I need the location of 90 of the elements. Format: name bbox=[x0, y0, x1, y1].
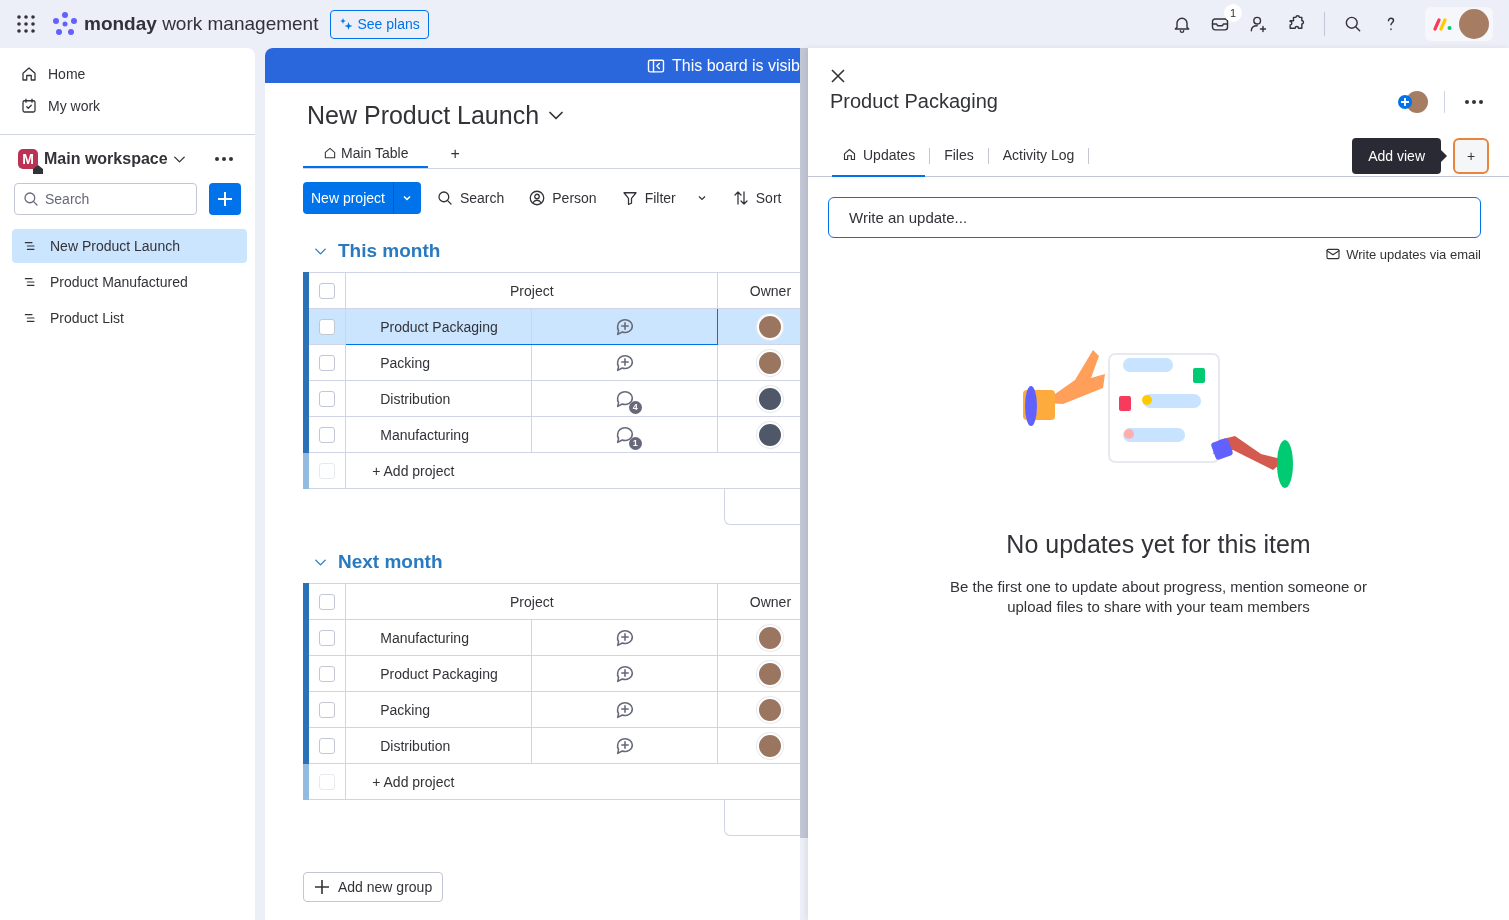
workspace-name[interactable]: Main workspace bbox=[44, 150, 168, 168]
chevron-down-icon bbox=[315, 558, 326, 566]
board-title[interactable]: New Product Launch bbox=[307, 101, 540, 130]
checkbox[interactable] bbox=[319, 427, 336, 444]
owner-avatar[interactable] bbox=[757, 313, 784, 340]
sparkle-icon bbox=[339, 17, 354, 31]
item-name[interactable]: Distribution bbox=[345, 727, 532, 764]
chevron-down-icon bbox=[315, 247, 326, 255]
monday-logo-icon bbox=[1433, 17, 1453, 31]
toolbar-button[interactable]: Search bbox=[426, 182, 514, 214]
checkbox[interactable] bbox=[319, 319, 336, 336]
workspace-avatar: M bbox=[18, 149, 38, 169]
chevron-down-icon bbox=[173, 155, 185, 163]
search-icon bbox=[22, 190, 40, 208]
user-avatar[interactable] bbox=[1459, 9, 1489, 39]
calendar-check-icon bbox=[20, 97, 38, 115]
board-item[interactable]: Product List bbox=[12, 301, 247, 335]
owner-avatar[interactable] bbox=[757, 385, 784, 412]
checkbox[interactable] bbox=[319, 738, 336, 755]
add-group-button[interactable]: Add new group bbox=[303, 872, 444, 902]
owner-avatar[interactable] bbox=[757, 732, 784, 759]
see-plans-button[interactable]: See plans bbox=[330, 9, 429, 39]
checkbox[interactable] bbox=[319, 630, 336, 647]
add-view-button[interactable]: + bbox=[444, 145, 466, 163]
add-view-button[interactable]: + bbox=[1453, 137, 1489, 174]
checkbox[interactable] bbox=[319, 391, 336, 408]
empty-state-title: No updates yet for this item bbox=[1006, 530, 1311, 559]
filter-icon bbox=[620, 189, 639, 207]
item-name[interactable]: Packing bbox=[345, 344, 532, 381]
item-name[interactable]: Manufacturing bbox=[345, 416, 532, 453]
group-title[interactable]: This month bbox=[338, 240, 441, 262]
panel-tab[interactable]: Activity Log bbox=[992, 134, 1085, 177]
email-updates-link[interactable]: Write updates via email bbox=[1325, 246, 1481, 262]
close-icon bbox=[830, 68, 846, 84]
search-icon bbox=[435, 189, 454, 207]
update-count: 1 bbox=[628, 436, 642, 450]
toolbar-button[interactable]: Sort bbox=[722, 182, 791, 214]
home-icon bbox=[842, 147, 857, 162]
mail-icon bbox=[1325, 246, 1342, 262]
person-icon bbox=[528, 189, 547, 207]
search-field[interactable]: Search bbox=[14, 183, 197, 215]
brand-name: monday work management bbox=[84, 13, 319, 35]
add-person-icon bbox=[1248, 14, 1268, 34]
home-icon bbox=[33, 164, 43, 174]
toolbar-button[interactable]: Filter bbox=[611, 182, 717, 214]
plus-icon bbox=[216, 190, 234, 208]
item-name[interactable]: Packing bbox=[345, 691, 532, 728]
owner-avatar[interactable] bbox=[757, 624, 784, 651]
update-input[interactable]: Write an update... bbox=[828, 197, 1481, 238]
nav-item[interactable]: Home bbox=[0, 58, 255, 90]
item-title[interactable]: Product Packaging bbox=[830, 90, 998, 113]
board-item[interactable]: New Product Launch bbox=[12, 229, 247, 263]
checkbox[interactable] bbox=[319, 355, 336, 372]
owner-avatar[interactable] bbox=[757, 349, 784, 376]
chevron-down-icon bbox=[549, 111, 564, 120]
item-name[interactable]: Product Packaging bbox=[345, 308, 532, 345]
apps-grid-icon[interactable] bbox=[16, 14, 36, 34]
search-icon bbox=[1343, 14, 1363, 34]
checkbox[interactable] bbox=[319, 594, 336, 611]
owner-avatar[interactable] bbox=[757, 660, 784, 687]
item-name[interactable]: Product Packaging bbox=[345, 655, 532, 692]
plus-icon bbox=[314, 879, 330, 895]
checkbox[interactable] bbox=[319, 283, 336, 300]
panel-tab[interactable]: Files bbox=[934, 134, 984, 177]
add-button[interactable] bbox=[209, 183, 241, 215]
subscribers-avatar[interactable] bbox=[1398, 90, 1428, 113]
checkbox[interactable] bbox=[319, 666, 336, 683]
toolbar-button[interactable]: Person bbox=[519, 182, 606, 214]
panel-tab[interactable]: Updates bbox=[832, 134, 926, 177]
group-title[interactable]: Next month bbox=[338, 551, 443, 573]
owner-avatar[interactable] bbox=[757, 421, 784, 448]
item-name[interactable]: Manufacturing bbox=[345, 619, 532, 656]
owner-avatar[interactable] bbox=[757, 696, 784, 723]
scrollbar[interactable] bbox=[800, 48, 808, 838]
column-header: Project bbox=[345, 272, 718, 309]
tooltip: Add view bbox=[1352, 137, 1447, 174]
logo-icon bbox=[52, 11, 78, 37]
board-item[interactable]: Product Manufactured bbox=[12, 265, 247, 299]
checkbox[interactable] bbox=[319, 702, 336, 719]
item-name[interactable]: Distribution bbox=[345, 380, 532, 417]
empty-state-text: Be the first one to update about progress, mention someone or upload files to share with your team members bbox=[949, 577, 1368, 617]
column-header: Project bbox=[345, 583, 718, 620]
banner-text: This board is visib bbox=[671, 56, 800, 75]
view-tab[interactable]: Main Table bbox=[303, 140, 429, 168]
home-icon bbox=[323, 146, 337, 160]
nav-item[interactable]: My work bbox=[0, 90, 255, 122]
update-count: 4 bbox=[628, 400, 642, 414]
notification-count: 1 bbox=[1224, 4, 1242, 22]
home-icon bbox=[20, 65, 38, 83]
close-button[interactable] bbox=[830, 68, 846, 84]
